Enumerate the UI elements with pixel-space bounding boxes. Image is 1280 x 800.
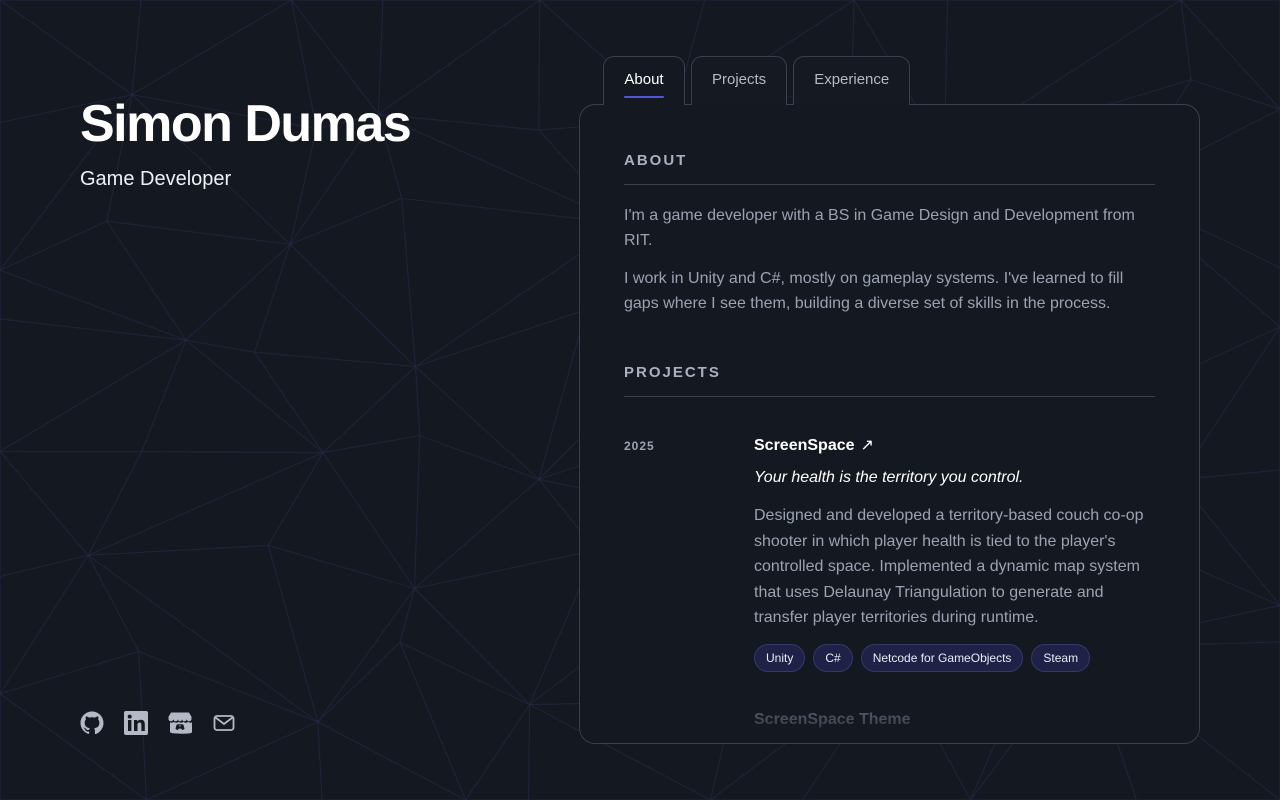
mesh-line xyxy=(414,588,530,706)
mesh-line xyxy=(317,721,466,800)
mesh-line xyxy=(106,220,291,245)
mesh-line xyxy=(1180,0,1192,80)
mesh-line xyxy=(131,0,142,95)
project-title: ScreenSpace xyxy=(754,437,855,454)
about-section: ABOUT I'm a game developer with a BS in … xyxy=(624,152,1155,316)
mesh-line xyxy=(0,693,147,800)
mesh-line xyxy=(268,544,415,590)
about-paragraph: I work in Unity and C#, mostly on gamepl… xyxy=(624,270,1124,312)
social-links xyxy=(80,711,236,735)
content-panel[interactable]: ABOUT I'm a game developer with a BS in … xyxy=(579,104,1200,744)
github-icon[interactable] xyxy=(80,711,104,735)
mesh-line xyxy=(267,452,324,546)
mesh-line xyxy=(289,243,416,367)
tab-projects[interactable]: Projects xyxy=(691,56,788,105)
next-project-title[interactable]: ScreenSpace Theme xyxy=(754,711,1155,729)
about-paragraph: I'm a game developer with a BS in Game D… xyxy=(624,207,1135,249)
mesh-line xyxy=(131,0,292,96)
mesh-line xyxy=(0,554,89,695)
mail-icon[interactable] xyxy=(212,711,236,735)
project-title-link[interactable]: ScreenSpace ↗ xyxy=(754,435,874,457)
mesh-line xyxy=(399,641,530,706)
mesh-line xyxy=(0,554,89,577)
active-tab-indicator xyxy=(624,96,664,98)
mesh-line xyxy=(1193,566,1280,607)
external-link-arrow-icon: ↗ xyxy=(860,437,874,454)
project-item: 2025 ScreenSpace ↗ Your health is the te… xyxy=(624,435,1155,672)
mesh-line xyxy=(538,0,541,131)
tab-bar: About Projects Experience xyxy=(603,56,911,105)
mesh-line xyxy=(415,366,540,480)
tag-steam: Steam xyxy=(1031,643,1091,672)
mesh-line xyxy=(106,220,187,341)
mesh-line xyxy=(322,434,420,454)
mesh-line xyxy=(317,588,416,723)
mesh-line xyxy=(87,555,140,652)
tab-label: About xyxy=(624,71,664,88)
tab-label: Experience xyxy=(814,71,890,88)
mesh-line xyxy=(419,435,540,480)
mesh-line xyxy=(317,641,401,723)
projects-section: PROJECTS 2025 ScreenSpace ↗ Your health … xyxy=(624,364,1155,729)
mesh-line xyxy=(141,450,323,454)
mesh-line xyxy=(414,549,597,590)
mesh-line xyxy=(267,545,319,723)
linkedin-icon[interactable] xyxy=(124,711,148,735)
mesh-line xyxy=(317,721,323,800)
mesh-line xyxy=(87,452,324,556)
mesh-line xyxy=(527,704,531,800)
mesh-line xyxy=(254,351,416,368)
mesh-line xyxy=(289,197,402,245)
project-tags: Unity C# Netcode for GameObjects Steam xyxy=(754,643,1155,672)
mesh-line xyxy=(322,366,416,454)
itchio-icon[interactable] xyxy=(168,711,192,735)
mesh-line xyxy=(399,588,416,643)
hero-role: Game Developer xyxy=(80,168,232,190)
tab-about[interactable]: About xyxy=(603,56,685,105)
tab-experience[interactable]: Experience xyxy=(793,56,911,105)
mesh-line xyxy=(465,704,531,800)
hero-name: Simon Dumas xyxy=(80,95,412,153)
mesh-line xyxy=(253,351,324,453)
mesh-line xyxy=(185,339,255,353)
tab-label: Projects xyxy=(712,71,767,88)
mesh-line xyxy=(141,339,187,452)
mesh-line xyxy=(415,309,587,368)
mesh-line xyxy=(0,451,89,556)
about-heading: ABOUT xyxy=(624,152,1155,185)
mesh-line xyxy=(414,478,540,589)
mesh-line xyxy=(414,366,421,436)
mesh-line xyxy=(0,650,139,695)
mesh-line xyxy=(0,0,133,96)
project-year: 2025 xyxy=(624,439,655,453)
tag-netcode: Netcode for GameObjects xyxy=(860,643,1024,672)
tag-unity: Unity xyxy=(754,643,806,672)
mesh-line xyxy=(399,641,467,800)
mesh-line xyxy=(0,339,187,453)
mesh-line xyxy=(88,544,269,556)
mesh-line xyxy=(87,451,143,556)
project-tagline: Your health is the territory you control… xyxy=(754,469,1024,486)
mesh-line xyxy=(322,452,416,589)
projects-heading: PROJECTS xyxy=(624,364,1155,397)
mesh-line xyxy=(413,435,421,589)
mesh-line xyxy=(87,554,319,723)
tag-csharp: C# xyxy=(813,643,853,672)
mesh-line xyxy=(401,198,417,367)
project-description: Designed and developed a territory-based… xyxy=(754,507,1144,626)
hero: Simon Dumas Game Developer xyxy=(80,94,412,191)
mesh-line xyxy=(0,220,108,271)
